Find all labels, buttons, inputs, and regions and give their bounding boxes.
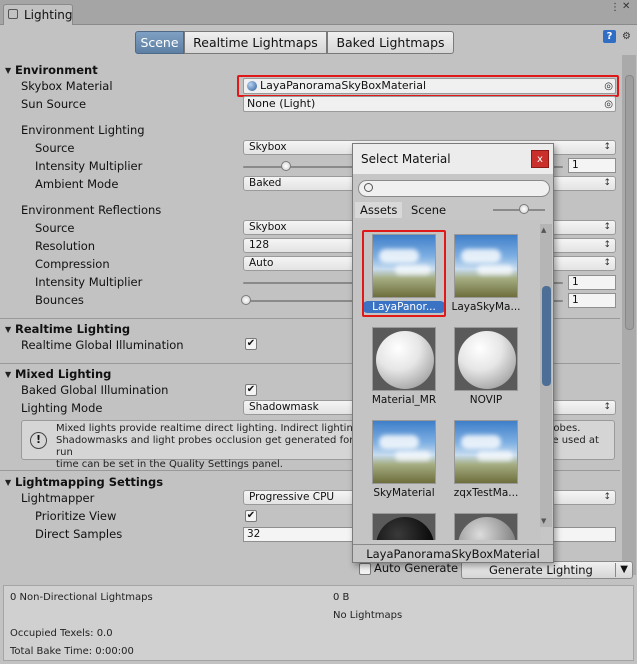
auto-generate-label: Auto Generate: [374, 561, 459, 575]
close-icon[interactable]: x: [531, 150, 549, 168]
resolution-label: Resolution: [35, 239, 96, 253]
window-close-icon[interactable]: ✕: [622, 1, 630, 12]
popup-scrollbar-thumb[interactable]: [542, 286, 551, 386]
sphere-preview: [376, 331, 434, 389]
ambient-mode-label: Ambient Mode: [35, 177, 119, 191]
material-thumbnail[interactable]: [372, 513, 436, 540]
thumbnail-size-slider-knob[interactable]: [519, 204, 529, 214]
tab-realtime-lightmaps[interactable]: Realtime Lightmaps: [184, 31, 327, 54]
env-intensity-slider-knob[interactable]: [281, 161, 291, 171]
realtime-gi-checkbox[interactable]: ✔: [245, 338, 257, 350]
search-icon: [364, 183, 373, 192]
lightmap-size: 0 B: [333, 592, 350, 603]
scroll-up-icon[interactable]: ▲: [541, 226, 546, 234]
chevron-down-icon[interactable]: ▼: [620, 562, 628, 578]
env-intensity-input[interactable]: 1: [568, 158, 616, 173]
material-label[interactable]: zqxTestMa...: [444, 487, 528, 499]
scroll-down-icon[interactable]: ▼: [541, 517, 546, 525]
baked-gi-checkbox[interactable]: ✔: [245, 384, 257, 396]
ref-source-label: Source: [35, 221, 75, 235]
material-thumbnail[interactable]: [372, 420, 436, 484]
environment-header: Environment: [15, 63, 98, 77]
ref-source-value: Skybox: [249, 221, 287, 233]
help-icon[interactable]: ?: [603, 30, 616, 43]
material-label[interactable]: NOVIP: [444, 394, 528, 406]
ref-intensity-input[interactable]: 1: [568, 275, 616, 290]
lightmapper-value: Progressive CPU: [249, 491, 335, 503]
lighting-mode-label: Lighting Mode: [21, 401, 103, 415]
total-bake-time: Total Bake Time: 0:00:00: [10, 646, 134, 657]
material-thumbnail[interactable]: [372, 327, 436, 391]
popup-title: Select Material: [361, 152, 451, 166]
material-thumbnail[interactable]: [454, 327, 518, 391]
inspector-scrollbar-thumb[interactable]: [625, 75, 634, 330]
sphere-preview: [458, 517, 516, 540]
bounces-input[interactable]: 1: [568, 293, 616, 308]
bounces-slider-knob[interactable]: [241, 295, 251, 305]
environment-reflections-label: Environment Reflections: [21, 203, 162, 217]
lighting-mode-value: Shadowmask: [249, 401, 319, 413]
window-tab-strip: [0, 0, 637, 25]
button-separator: [615, 563, 616, 577]
material-thumbnail[interactable]: [454, 234, 518, 298]
info-icon: !: [30, 432, 47, 449]
lightmapping-foldout-icon[interactable]: ▼: [5, 478, 11, 487]
direct-samples-label: Direct Samples: [35, 527, 123, 541]
baked-gi-label: Baked Global Illumination: [21, 383, 169, 397]
sun-source-field[interactable]: None (Light) ◎: [243, 96, 616, 112]
sun-source-value: None (Light): [247, 97, 316, 110]
resolution-value: 128: [249, 239, 270, 251]
selected-material-name: LayaPanoramaSkyBoxMaterial: [353, 544, 553, 562]
sphere-preview: [458, 331, 516, 389]
no-lightmaps-text: No Lightmaps: [333, 610, 403, 621]
bounces-label: Bounces: [35, 293, 84, 307]
realtime-lighting-header: Realtime Lighting: [15, 322, 131, 336]
material-label[interactable]: SkyMaterial: [362, 487, 446, 499]
material-thumbnail[interactable]: [454, 420, 518, 484]
lightmap-count: 0 Non-Directional Lightmaps: [10, 592, 153, 603]
prioritize-view-checkbox[interactable]: ✔: [245, 510, 257, 522]
lightmapping-settings-header: Lightmapping Settings: [15, 475, 164, 489]
picker-icon[interactable]: ◎: [604, 98, 613, 112]
lighting-window-icon: [8, 9, 18, 19]
compression-value: Auto: [249, 257, 274, 269]
select-material-popup: Select Material x Assets Scene LayaPanor…: [352, 143, 554, 563]
window-tab-lighting[interactable]: Lighting: [3, 4, 73, 25]
popup-title-bar: Select Material x: [353, 144, 553, 174]
env-source-value: Skybox: [249, 141, 287, 153]
material-label[interactable]: Material_MR: [362, 394, 446, 406]
tab-scene[interactable]: Scene: [135, 31, 184, 54]
highlight-box-skybox: [237, 75, 619, 97]
tab-assets[interactable]: Assets: [355, 202, 403, 218]
mixed-lighting-header: Mixed Lighting: [15, 367, 112, 381]
occupied-texels: Occupied Texels: 0.0: [10, 628, 113, 639]
realtime-foldout-icon[interactable]: ▼: [5, 325, 11, 334]
environment-foldout-icon[interactable]: ▼: [5, 66, 11, 75]
env-source-label: Source: [35, 141, 75, 155]
material-label[interactable]: LayaSkyMa...: [444, 301, 528, 313]
generate-lighting-button[interactable]: Generate Lighting ▼: [461, 561, 633, 579]
window-menu-icon[interactable]: ⋮: [610, 2, 620, 13]
compression-label: Compression: [35, 257, 110, 271]
realtime-gi-label: Realtime Global Illumination: [21, 338, 184, 352]
tab-baked-lightmaps[interactable]: Baked Lightmaps: [327, 31, 454, 54]
generate-lighting-label: Generate Lighting: [489, 563, 593, 577]
lightmapper-label: Lightmapper: [21, 491, 95, 505]
sun-source-label: Sun Source: [21, 97, 87, 111]
material-thumbnail[interactable]: [454, 513, 518, 540]
env-intensity-label: Intensity Multiplier: [35, 159, 143, 173]
window-tab-label: Lighting: [24, 8, 73, 22]
mixed-foldout-icon[interactable]: ▼: [5, 370, 11, 379]
ref-intensity-label: Intensity Multiplier: [35, 275, 143, 289]
tab-scene-assets[interactable]: Scene: [406, 202, 451, 218]
environment-lighting-label: Environment Lighting: [21, 123, 145, 137]
auto-generate-checkbox[interactable]: [359, 563, 371, 575]
highlight-box-selected-material: [362, 230, 446, 317]
material-search-input[interactable]: [358, 180, 550, 197]
sphere-preview: [376, 517, 434, 540]
settings-icon[interactable]: ⚙: [622, 31, 631, 42]
ambient-mode-value: Baked: [249, 177, 282, 189]
skybox-material-label: Skybox Material: [21, 79, 113, 93]
prioritize-view-label: Prioritize View: [35, 509, 117, 523]
